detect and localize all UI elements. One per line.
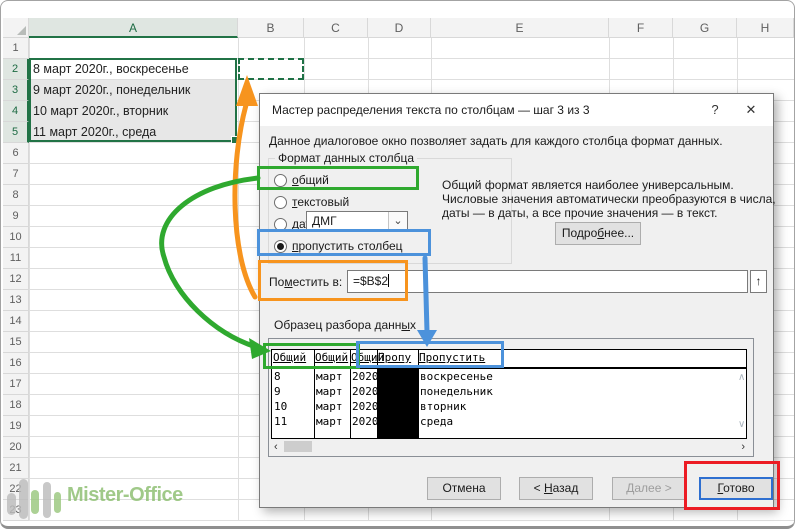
selection-border-a2-a5[interactable] <box>29 58 237 142</box>
cancel-button[interactable]: Отмена <box>427 477 501 500</box>
preview-cell: март <box>316 385 343 398</box>
preview-cell: март <box>316 400 343 413</box>
next-button: Далее > <box>612 477 686 500</box>
preview-cell: вторник <box>420 400 466 413</box>
blue-highlight-skip-radio <box>257 229 431 256</box>
column-header-h[interactable]: H <box>737 18 794 38</box>
row-header-19[interactable]: 19 <box>3 416 29 437</box>
close-icon[interactable]: ✕ <box>741 94 761 126</box>
equalizer-bar <box>31 490 39 514</box>
more-details-button[interactable]: Подробнее... <box>555 222 641 245</box>
group-label: Формат данных столбца <box>275 151 417 165</box>
row-header-16[interactable]: 16 <box>3 353 29 374</box>
row-header-17[interactable]: 17 <box>3 374 29 395</box>
equalizer-bar <box>19 479 28 519</box>
scroll-down-icon[interactable]: ∨ <box>738 419 745 430</box>
preview-cell: . <box>371 415 378 428</box>
marching-ants-b2[interactable] <box>238 58 304 80</box>
column-header-e[interactable]: E <box>431 18 609 38</box>
dialog-title: Мастер распределения текста по столбцам … <box>272 94 590 126</box>
column-header-d[interactable]: D <box>368 18 431 38</box>
row-header-15[interactable]: 15 <box>3 332 29 353</box>
scrollbar-thumb[interactable] <box>284 441 312 452</box>
radio-text-label[interactable]: текстовый <box>292 195 349 209</box>
column-header-c[interactable]: C <box>304 18 368 38</box>
preview-cell: 10 <box>274 400 287 413</box>
row-header-11[interactable]: 11 <box>3 248 29 269</box>
gridline <box>238 38 239 521</box>
row-header-2[interactable]: 2 <box>3 59 29 80</box>
column-header-f[interactable]: F <box>609 18 673 38</box>
preview-cell: март <box>316 370 343 383</box>
column-header-b[interactable]: B <box>238 18 304 38</box>
row-header-7[interactable]: 7 <box>3 164 29 185</box>
row-header-13[interactable]: 13 <box>3 290 29 311</box>
select-all-corner[interactable] <box>3 18 29 38</box>
row-header-18[interactable]: 18 <box>3 395 29 416</box>
preview-cell: . <box>371 400 378 413</box>
collapse-dialog-icon: ↑ <box>756 274 762 288</box>
preview-cell: понедельник <box>420 385 493 398</box>
preview-cell: 11 <box>274 415 287 428</box>
watermark: Mister-Office <box>5 473 225 525</box>
row-header-12[interactable]: 12 <box>3 269 29 290</box>
preview-cell: март <box>316 415 343 428</box>
equalizer-bar <box>43 482 51 518</box>
preview-cell: . <box>371 370 378 383</box>
preview-cell: среда <box>420 415 453 428</box>
preview-cell: 9 <box>274 385 281 398</box>
preview-cell: воскресенье <box>420 370 493 383</box>
screenshot-frame: ABCDEFGH 1234567891011121314151617181920… <box>0 0 795 529</box>
row-header-5[interactable]: 5 <box>3 122 29 143</box>
preview-cell: 8 <box>274 370 281 383</box>
green-highlight-preview-headers <box>263 343 360 369</box>
range-picker-button[interactable]: ↑ <box>750 270 767 293</box>
equalizer-bar <box>54 492 61 513</box>
preview-horizontal-scrollbar[interactable]: ‹ › <box>271 440 751 454</box>
row-header-6[interactable]: 6 <box>3 143 29 164</box>
data-preview-label: Образец разбора данных <box>274 318 416 332</box>
row-header-4[interactable]: 4 <box>3 101 29 122</box>
column-header-a[interactable]: A <box>29 18 238 38</box>
row-header-20[interactable]: 20 <box>3 437 29 458</box>
scroll-right-icon[interactable]: › <box>741 440 745 454</box>
row-header-10[interactable]: 10 <box>3 227 29 248</box>
dialog-titlebar[interactable]: Мастер распределения текста по столбцам … <box>260 94 773 126</box>
help-icon[interactable]: ? <box>706 94 724 126</box>
green-highlight-general-radio <box>257 166 419 190</box>
row-header-9[interactable]: 9 <box>3 206 29 227</box>
column-header-g[interactable]: G <box>673 18 737 38</box>
preview-cell: . <box>371 385 378 398</box>
row-header-14[interactable]: 14 <box>3 311 29 332</box>
watermark-text: Mister-Office <box>67 484 183 507</box>
radio-text[interactable] <box>274 196 287 209</box>
row-header-1[interactable]: 1 <box>3 38 29 59</box>
red-highlight-finish-button <box>684 461 780 510</box>
general-format-description: Общий формат является наиболее универсал… <box>442 178 776 220</box>
preview-skipped-column-highlight[interactable] <box>378 369 418 438</box>
dialog-description: Данное диалоговое окно позволяет задать … <box>269 134 723 148</box>
row-header-8[interactable]: 8 <box>3 185 29 206</box>
orange-highlight-destination <box>258 260 408 301</box>
blue-highlight-skip-headers <box>356 341 504 368</box>
scroll-left-icon[interactable]: ‹ <box>274 440 278 454</box>
row-header-3[interactable]: 3 <box>3 80 29 101</box>
back-button[interactable]: < Назад <box>519 477 593 500</box>
equalizer-bar <box>7 493 16 515</box>
scroll-up-icon[interactable]: ∧ <box>738 372 745 383</box>
fill-handle[interactable] <box>231 136 239 144</box>
